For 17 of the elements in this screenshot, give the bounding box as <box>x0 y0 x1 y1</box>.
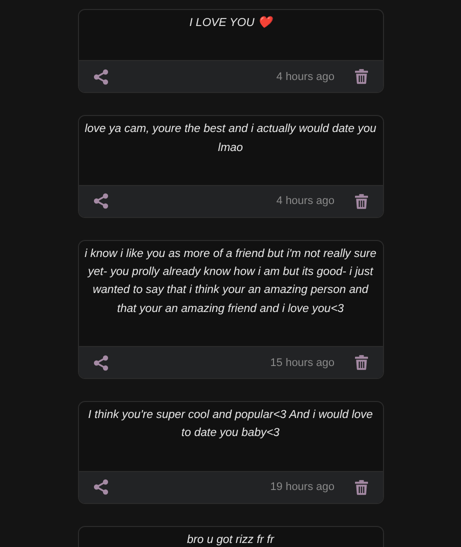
delete-icon[interactable] <box>354 69 368 84</box>
share-icon[interactable] <box>92 479 108 496</box>
delete-icon[interactable] <box>354 355 368 370</box>
share-icon[interactable] <box>92 354 108 371</box>
timestamp: 19 hours ago <box>270 481 334 494</box>
timestamp: 15 hours ago <box>270 356 334 369</box>
timestamp: 4 hours ago <box>276 70 334 83</box>
delete-icon[interactable] <box>354 480 368 495</box>
share-icon[interactable] <box>92 68 108 85</box>
timestamp: 4 hours ago <box>276 195 334 208</box>
message-text: I think you're super cool and popular<3 And i would love to date you baby<3 <box>87 408 374 442</box>
share-icon[interactable] <box>92 193 108 210</box>
delete-icon[interactable] <box>354 194 368 209</box>
message-text: bro u got rizz fr fr <box>186 532 276 547</box>
message-text: love ya cam, youre the best and i actually would date you lmao <box>84 122 378 156</box>
message-text: i know i like you as more of a friend but i'm not really sure yet- you prolly already know how i am but its good- i just wanted to say that i think your an amazing person and that your an amazing friend and i love you<3 <box>84 246 378 317</box>
message-text: I LOVE YOU ❤ <box>188 15 274 31</box>
